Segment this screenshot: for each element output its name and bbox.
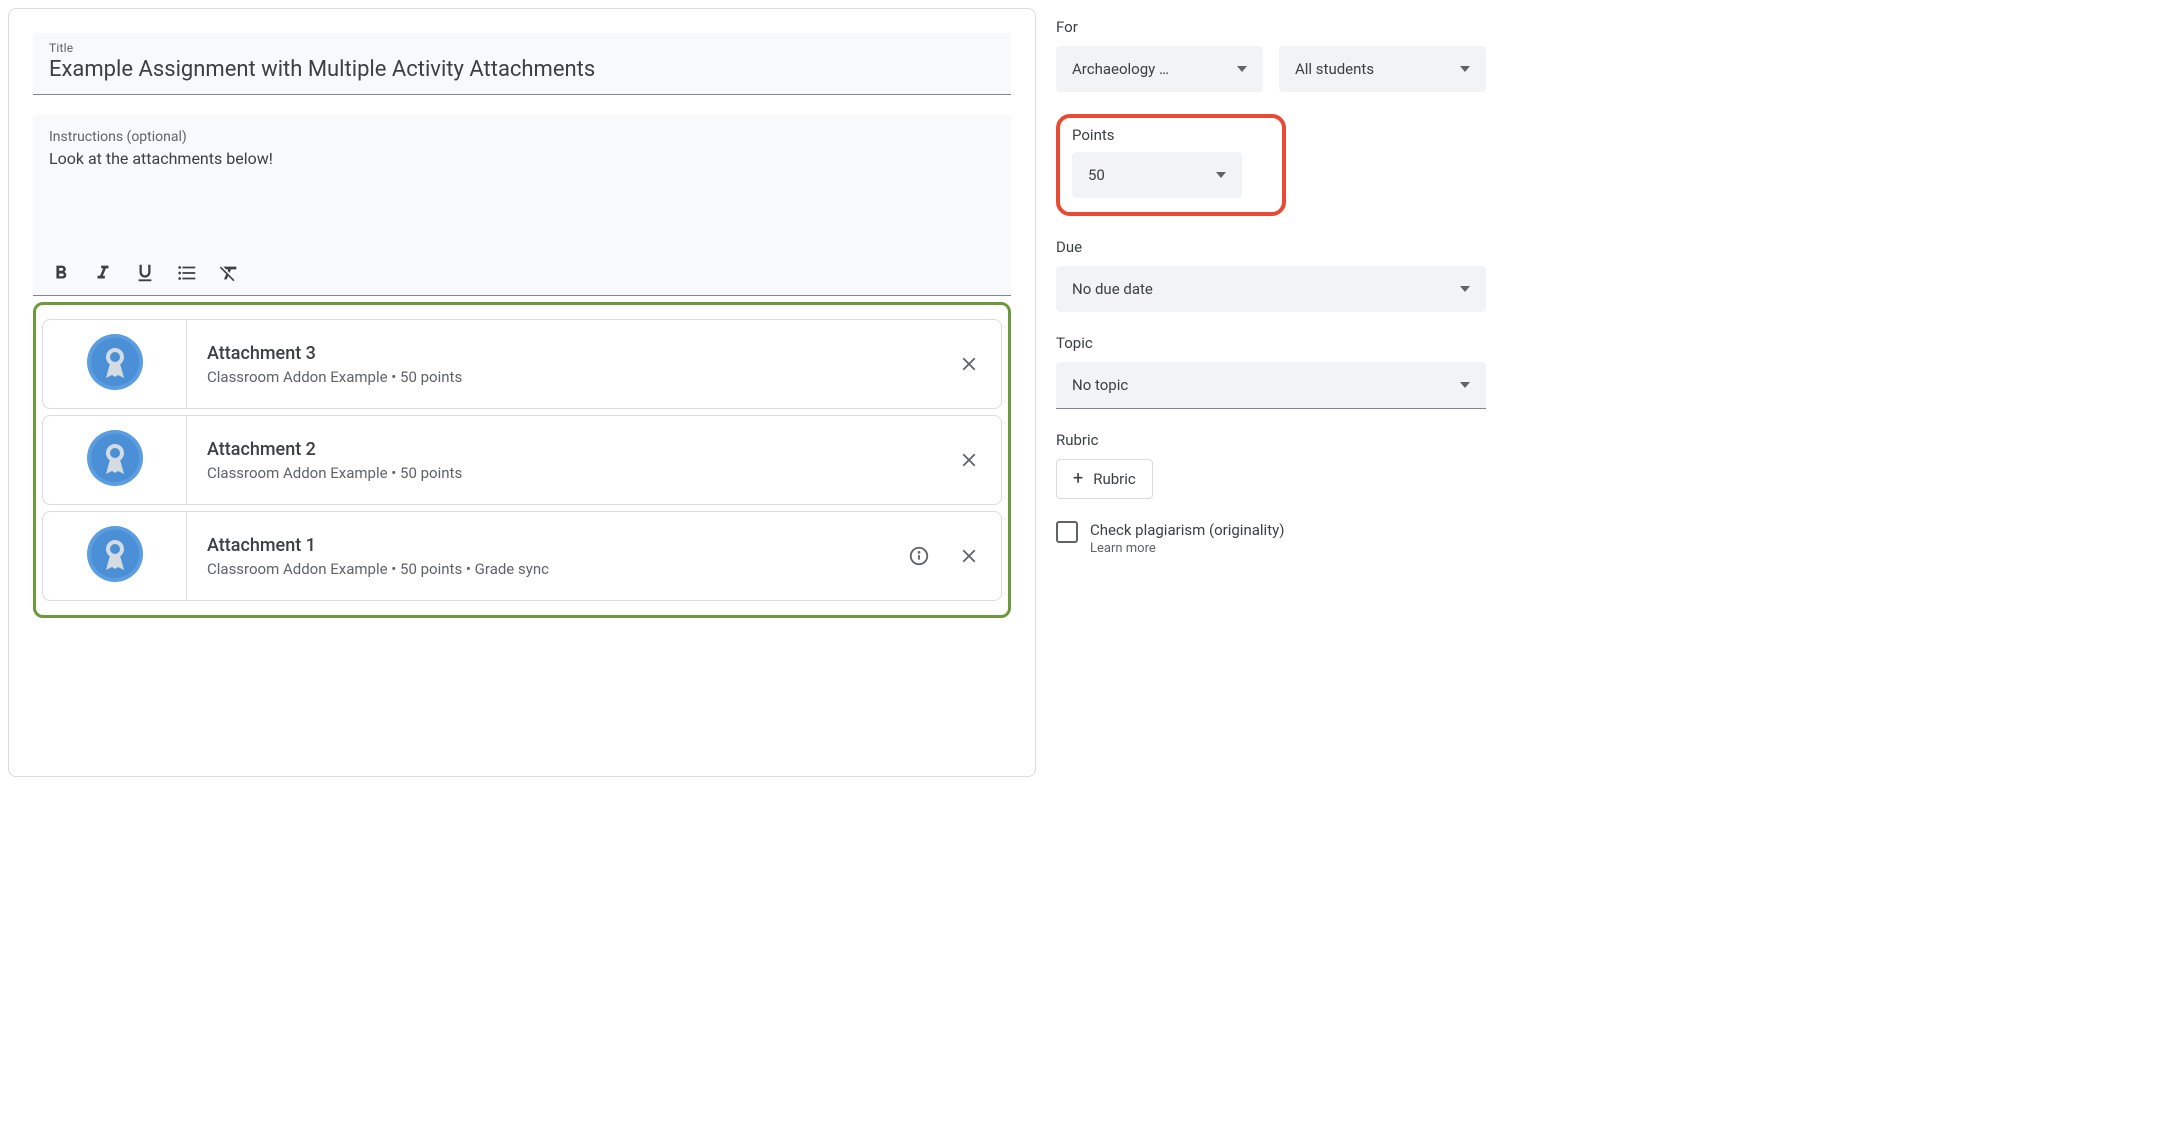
- for-class-value: Archaeology …: [1072, 60, 1169, 78]
- title-field[interactable]: Title Example Assignment with Multiple A…: [33, 33, 1011, 95]
- assignment-card: Title Example Assignment with Multiple A…: [8, 8, 1036, 777]
- attachment-card[interactable]: Attachment 3 Classroom Addon Example • 5…: [42, 319, 1002, 409]
- addon-icon: [87, 334, 143, 394]
- points-value: 50: [1088, 166, 1105, 184]
- attachment-title: Attachment 2: [207, 439, 937, 460]
- instructions-value: Look at the attachments below!: [49, 145, 995, 210]
- attachment-icon-cell: [43, 512, 187, 600]
- italic-button[interactable]: [91, 261, 115, 285]
- for-label: For: [1056, 18, 1486, 36]
- attachment-meta: Classroom Addon Example • 50 points: [207, 464, 937, 482]
- attachment-title: Attachment 1: [207, 535, 887, 556]
- attachment-title: Attachment 3: [207, 343, 937, 364]
- attachment-actions: [957, 320, 1001, 408]
- bulleted-list-button[interactable]: [175, 261, 199, 285]
- remove-attachment-button[interactable]: [957, 544, 981, 568]
- attachment-card[interactable]: Attachment 2 Classroom Addon Example • 5…: [42, 415, 1002, 505]
- for-students-value: All students: [1295, 60, 1374, 78]
- format-toolbar: [49, 251, 995, 295]
- attachment-actions: [957, 416, 1001, 504]
- attachment-icon-cell: [43, 320, 187, 408]
- underline-button[interactable]: [133, 261, 157, 285]
- plagiarism-checkbox[interactable]: [1056, 521, 1078, 543]
- title-value: Example Assignment with Multiple Activit…: [49, 55, 995, 82]
- attachment-icon-cell: [43, 416, 187, 504]
- plagiarism-label: Check plagiarism (originality): [1090, 521, 1284, 539]
- attachment-body: Attachment 1 Classroom Addon Example • 5…: [187, 512, 907, 600]
- learn-more-link[interactable]: Learn more: [1090, 541, 1284, 556]
- addon-icon: [87, 526, 143, 586]
- remove-attachment-button[interactable]: [957, 352, 981, 376]
- attachment-meta: Classroom Addon Example • 50 points: [207, 368, 937, 386]
- attachment-card[interactable]: Attachment 1 Classroom Addon Example • 5…: [42, 511, 1002, 601]
- plus-icon: +: [1073, 470, 1083, 488]
- due-dropdown[interactable]: No due date: [1056, 266, 1486, 312]
- instructions-label: Instructions (optional): [49, 129, 995, 145]
- attachment-body: Attachment 2 Classroom Addon Example • 5…: [187, 416, 957, 504]
- due-value: No due date: [1072, 280, 1153, 298]
- chevron-down-icon: [1460, 286, 1470, 292]
- attachment-body: Attachment 3 Classroom Addon Example • 5…: [187, 320, 957, 408]
- rubric-label: Rubric: [1056, 431, 1486, 449]
- for-class-dropdown[interactable]: Archaeology …: [1056, 46, 1263, 92]
- points-dropdown[interactable]: 50: [1072, 152, 1242, 198]
- instructions-field[interactable]: Instructions (optional) Look at the atta…: [33, 115, 1011, 295]
- title-label: Title: [49, 41, 995, 55]
- chevron-down-icon: [1237, 66, 1247, 72]
- bold-button[interactable]: [49, 261, 73, 285]
- addon-icon: [87, 430, 143, 490]
- for-students-dropdown[interactable]: All students: [1279, 46, 1486, 92]
- attachment-meta: Classroom Addon Example • 50 points • Gr…: [207, 560, 887, 578]
- topic-dropdown[interactable]: No topic: [1056, 362, 1486, 409]
- topic-value: No topic: [1072, 376, 1128, 394]
- sidebar: For Archaeology … All students Points 50: [1044, 0, 1504, 785]
- chevron-down-icon: [1460, 382, 1470, 388]
- info-icon[interactable]: [907, 544, 931, 568]
- chevron-down-icon: [1216, 172, 1226, 178]
- remove-attachment-button[interactable]: [957, 448, 981, 472]
- attachments-highlight-box: Attachment 3 Classroom Addon Example • 5…: [33, 302, 1011, 618]
- due-label: Due: [1056, 238, 1486, 256]
- clear-formatting-button[interactable]: [217, 261, 241, 285]
- points-label: Points: [1072, 126, 1270, 144]
- rubric-button[interactable]: + Rubric: [1056, 459, 1153, 499]
- rubric-button-label: Rubric: [1093, 470, 1136, 488]
- points-highlight-box: Points 50: [1056, 114, 1286, 216]
- attachment-actions: [907, 512, 1001, 600]
- topic-label: Topic: [1056, 334, 1486, 352]
- chevron-down-icon: [1460, 66, 1470, 72]
